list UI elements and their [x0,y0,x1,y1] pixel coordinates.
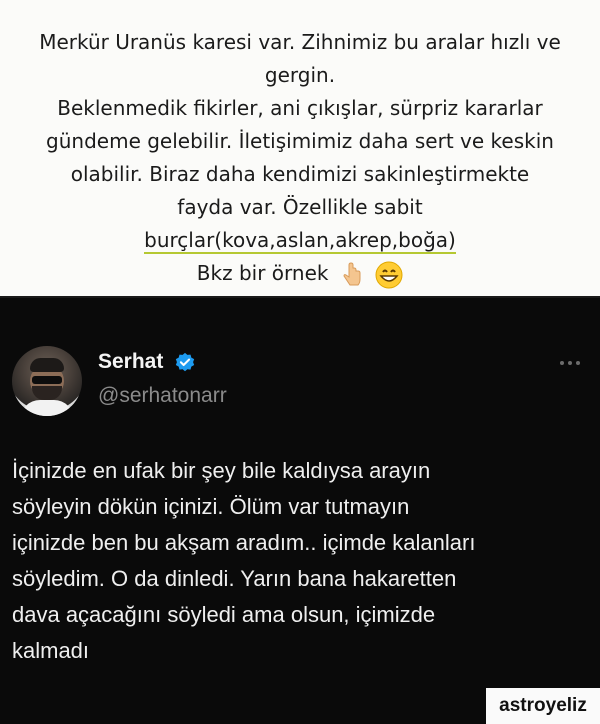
caption-card: Merkür Uranüs karesi var. Zihnimiz bu ar… [0,0,600,298]
tweet-line: dava açacağını söyledi ama olsun, içimiz… [12,602,436,627]
example-text: Bkz bir örnek [196,261,329,285]
grinning-icon [375,261,403,288]
caption-line-7: burçlar(kova,aslan,akrep,boğa) [0,224,600,257]
tweet-line: söyledim. O da dinledi. Yarın bana hakar… [12,566,457,591]
watermark-label: astroyeliz [486,688,600,724]
more-options-icon[interactable] [560,356,590,370]
author-handle[interactable]: @serhatonarr [98,384,227,408]
point-down-icon [343,261,361,285]
caption-line-6: fayda var. Özellikle sabit [177,195,423,219]
avatar[interactable] [12,346,82,416]
caption-line-4: gündeme gelebilir. İletişimimiz daha ser… [46,129,554,153]
zodiac-signs-text: burçlar(kova,aslan,akrep,boğa) [144,224,456,257]
caption-text: Merkür Uranüs karesi var. Zihnimiz bu ar… [0,26,600,290]
tweet-line: kalmadı [12,638,90,663]
caption-line-1: Merkür Uranüs karesi var. Zihnimiz bu ar… [39,30,561,54]
caption-line-8: Bkz bir örnek [0,257,600,290]
caption-line-3: Beklenmedik fikirler, ani çıkışlar, sürp… [57,96,543,120]
caption-line-2: gergin. [264,63,336,87]
tweet-body: İçinizde en ufak bir şey bile kaldıysa a… [12,453,588,669]
author-name[interactable]: Serhat [98,350,163,374]
verified-icon [175,352,195,372]
tweet-line: içinizde ben bu akşam aradım.. içimde ka… [12,530,476,555]
tweet-line: İçinizde en ufak bir şey bile kaldıysa a… [12,458,431,483]
tweet-line: söyleyin dökün içinizi. Ölüm var tutmayı… [12,494,410,519]
caption-line-5: olabilir. Biraz daha kendimizi sakinleşt… [70,162,530,186]
